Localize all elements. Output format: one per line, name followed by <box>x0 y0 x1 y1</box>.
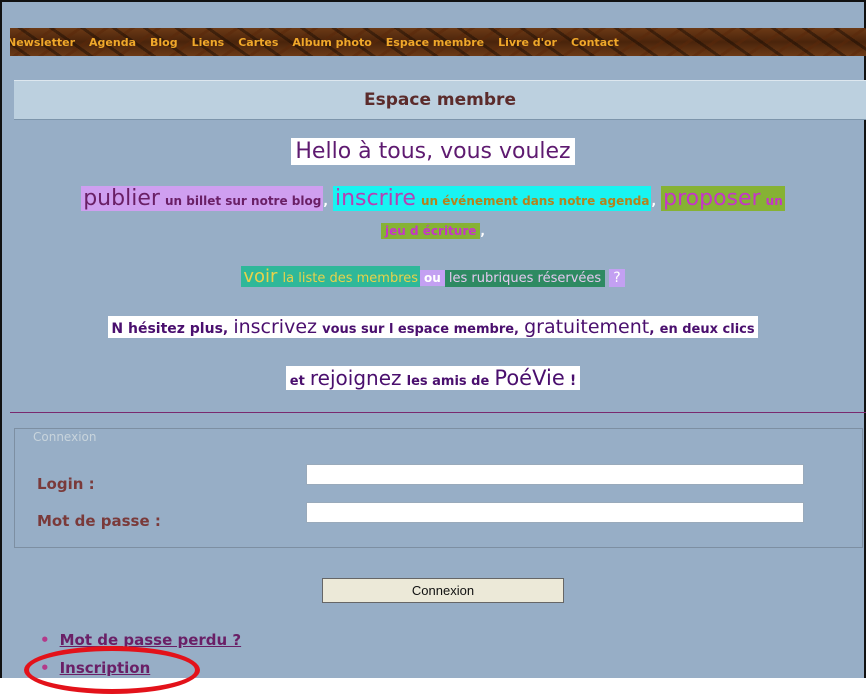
publier-highlight: publier un billet sur notre blog <box>81 186 324 211</box>
invite-b: inscrivez <box>233 316 317 338</box>
sep-1: , <box>323 194 328 208</box>
nav-album-photo[interactable]: Album photo <box>292 36 371 49</box>
connexion-button[interactable]: Connexion <box>322 578 564 603</box>
invite-a: N hésitez plus, <box>111 321 229 337</box>
invite-c: vous sur l espace membre, <box>322 322 519 337</box>
join-a: et <box>289 374 305 389</box>
proposer-rest: un <box>765 194 783 208</box>
sep-3: , <box>480 224 485 238</box>
login-label: Login : <box>37 475 95 493</box>
intro-line-5: et rejoignez les amis de PoéVie ! <box>0 366 866 390</box>
nav-espace-membre[interactable]: Espace membre <box>386 36 484 49</box>
nav-liens[interactable]: Liens <box>192 36 225 49</box>
voir-word: voir <box>243 266 278 287</box>
nav-blog[interactable]: Blog <box>150 36 178 49</box>
join-b: rejoignez <box>309 366 402 390</box>
password-input[interactable] <box>306 502 804 523</box>
highlight-circle <box>24 646 200 694</box>
join-d: PoéVie <box>494 366 565 390</box>
inscrire-highlight: inscrire un événement dans notre agenda <box>332 186 652 211</box>
invite-d: gratuitement <box>524 316 650 338</box>
intro-line-2b: jeu d écriture, <box>0 220 866 239</box>
join-e: ! <box>569 373 577 389</box>
proposer-word: proposer <box>663 186 761 211</box>
join-c: les amis de <box>406 374 490 389</box>
publier-rest: un billet sur notre blog <box>165 194 322 208</box>
intro-line-3: voir la liste des membres ou les rubriques… <box>0 266 866 287</box>
hello-text: Hello à tous, vous voulez <box>291 138 575 165</box>
inscrire-rest: un événement dans notre agenda <box>420 194 650 208</box>
intro-line-4: N hésitez plus, inscrivez vous sur l esp… <box>0 316 866 338</box>
nav-cartes[interactable]: Cartes <box>238 36 278 49</box>
join-highlight: et rejoignez les amis de PoéVie ! <box>285 366 581 390</box>
invite-e: , <box>649 321 655 337</box>
jeu-highlight: jeu d écriture <box>381 223 481 239</box>
login-fieldset <box>14 428 863 548</box>
ou-highlight: ou <box>420 270 445 286</box>
question-highlight: ? <box>609 269 625 287</box>
login-input[interactable] <box>306 464 804 485</box>
publier-word: publier <box>83 186 160 211</box>
intro-line-2: publier un billet sur notre blog, inscri… <box>0 186 866 211</box>
bullet-icon: • <box>40 631 50 649</box>
voir-highlight: voir la liste des membres <box>241 266 421 287</box>
intro-line-1: Hello à tous, vous voulez <box>0 138 866 165</box>
password-label: Mot de passe : <box>37 512 161 530</box>
rubriques-highlight: les rubriques réservées <box>444 270 606 287</box>
invite-f: en deux clics <box>659 322 755 337</box>
nav-livre-dor[interactable]: Livre d'or <box>498 36 557 49</box>
nav-newsletter[interactable]: Newsletter <box>10 36 75 49</box>
top-navigation: Newsletter Agenda Blog Liens Cartes Albu… <box>10 28 866 56</box>
nav-agenda[interactable]: Agenda <box>89 36 136 49</box>
sep-2: , <box>651 194 657 208</box>
nav-contact[interactable]: Contact <box>571 36 619 49</box>
voir-rest: la liste des membres <box>282 271 419 286</box>
invite-highlight: N hésitez plus, inscrivez vous sur l esp… <box>108 316 758 338</box>
proposer-highlight: proposer un <box>661 186 785 211</box>
page-title: Espace membre <box>14 80 866 120</box>
login-legend: Connexion <box>30 430 100 444</box>
section-divider <box>10 412 866 413</box>
inscrire-word: inscrire <box>334 186 416 211</box>
